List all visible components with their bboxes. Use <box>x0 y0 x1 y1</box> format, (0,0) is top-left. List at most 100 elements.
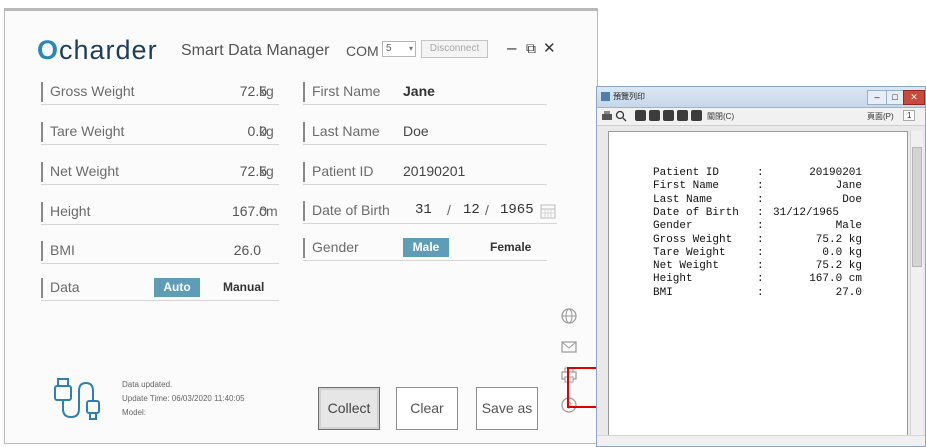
desktop: Ocharder Smart Data Manager COM 5 ▾ Disc… <box>0 0 926 447</box>
print-line-key: Patient ID <box>653 167 720 179</box>
print-line: Last Name: Doe <box>653 194 862 207</box>
print-line: First Name: Jane <box>653 180 862 193</box>
print-line-value: 75.2 kg <box>815 260 862 273</box>
net-weight-field: Net Weight 72.5 kg <box>41 160 279 185</box>
print-line-colon: : <box>757 286 764 299</box>
print-line-colon: : <box>757 246 764 259</box>
print-line: Net Weight: 75.2 kg <box>653 260 862 273</box>
vertical-scroll-thumb[interactable] <box>912 147 922 267</box>
model-label: Model: <box>122 408 147 417</box>
pv-maximize-button[interactable]: □ <box>886 90 904 105</box>
data-mode-label: Data <box>50 279 80 295</box>
minimize-button[interactable]: – <box>507 38 516 58</box>
pv-minimize-button[interactable]: – <box>867 90 887 105</box>
bmi-value: 26.0 <box>233 242 261 258</box>
print-line-value: Jane <box>835 180 862 193</box>
collect-button[interactable]: Collect <box>318 387 380 430</box>
zoom-icon[interactable] <box>615 110 627 122</box>
chevron-down-icon: ▾ <box>408 44 413 53</box>
print-line-key: BMI <box>653 286 673 299</box>
print-line-value: Male <box>835 220 862 233</box>
print-line: BMI: 27.0 <box>653 287 862 300</box>
restore-button[interactable]: ⧉ <box>526 40 536 57</box>
tare-weight-value: 0.0 <box>247 123 267 139</box>
update-time: Update Time: 06/03/2020 11:40:05 <box>122 394 245 403</box>
first-name-value: Jane <box>403 83 435 99</box>
print-line-key: Gross Weight <box>653 233 733 246</box>
print-line-value: 27.0 <box>835 286 862 299</box>
page-number-input[interactable]: 1 <box>903 110 916 121</box>
print-line-key: Tare Weight <box>653 246 726 259</box>
clear-button[interactable]: Clear <box>396 387 458 430</box>
first-name-field[interactable]: First Name Jane <box>303 80 547 105</box>
print-line-colon: : <box>757 180 764 193</box>
height-unit: cm <box>259 203 278 219</box>
save-as-button[interactable]: Save as <box>476 387 538 430</box>
six-page-icon[interactable] <box>691 110 702 121</box>
com-port-select[interactable]: 5 ▾ <box>382 41 416 57</box>
print-line-key: Gender <box>653 220 693 233</box>
gross-weight-unit: kg <box>259 83 274 99</box>
two-page-icon[interactable] <box>649 110 660 121</box>
net-weight-value: 72.5 <box>239 163 267 179</box>
data-mode-manual-button[interactable]: Manual <box>223 278 264 297</box>
last-name-value: Doe <box>403 123 429 139</box>
charder-logo: Ocharder <box>37 35 158 65</box>
dob-separator: / <box>447 202 451 218</box>
close-preview-button[interactable]: 關閉(C) <box>707 111 734 122</box>
date-of-birth-field[interactable]: Date of Birth 31 / 12 / 1965 <box>303 199 557 224</box>
dob-year[interactable]: 1965 <box>500 202 534 218</box>
date-of-birth-label: Date of Birth <box>312 202 390 218</box>
print-line-colon: : <box>757 220 764 233</box>
last-name-label: Last Name <box>312 123 380 139</box>
print-line: Patient ID: 20190201 <box>653 167 862 180</box>
disconnect-button[interactable]: Disconnect <box>421 40 488 58</box>
print-preview-toolbar: 關閉(C) 頁面(P) 1 <box>597 108 925 126</box>
dob-day[interactable]: 31 <box>415 202 432 218</box>
dob-separator: / <box>485 202 489 218</box>
com-port-value: 5 <box>386 43 392 54</box>
gender-female-button[interactable]: Female <box>490 238 531 257</box>
print-line-value: 167.0 cm <box>809 273 862 286</box>
three-page-icon[interactable] <box>663 110 674 121</box>
pv-close-button[interactable]: ✕ <box>903 90 925 105</box>
dob-month[interactable]: 12 <box>463 202 480 218</box>
last-name-field[interactable]: Last Name Doe <box>303 120 547 145</box>
bmi-label: BMI <box>50 242 75 258</box>
data-mode-auto-button[interactable]: Auto <box>154 278 200 297</box>
print-line-colon: : <box>757 273 764 286</box>
globe-icon[interactable] <box>560 307 578 325</box>
print-line-value: 20190201 <box>809 167 862 179</box>
print-preview-window: 預覽列印 – □ ✕ 關閉(C) 頁面(P) 1 Patient ID: 2019… <box>596 86 926 447</box>
tare-weight-label: Tare Weight <box>50 123 125 139</box>
print-line-key: First Name <box>653 180 720 193</box>
gender-field: Gender Male Female <box>303 236 547 261</box>
print-line-value: 0.0 kg <box>822 246 862 259</box>
printer-icon[interactable] <box>601 110 613 122</box>
close-button[interactable]: ✕ <box>543 39 556 57</box>
com-label: COM <box>346 43 379 59</box>
tare-weight-unit: kg <box>259 123 274 139</box>
mail-icon[interactable] <box>560 338 578 356</box>
print-line-key: Height <box>653 273 693 286</box>
tare-weight-field: Tare Weight 0.0 kg <box>41 120 279 145</box>
print-line-colon: : <box>757 206 764 219</box>
print-line-colon: : <box>757 233 764 246</box>
smart-data-manager-window: Ocharder Smart Data Manager COM 5 ▾ Disc… <box>4 8 601 444</box>
print-preview-page: Patient ID:20190201 First Name: Jane Last N… <box>608 131 908 437</box>
print-line-value: 75.2 kg <box>815 233 862 246</box>
height-value: 167.0 <box>231 203 267 219</box>
single-page-icon[interactable] <box>635 110 646 121</box>
horizontal-scrollbar[interactable] <box>597 435 925 446</box>
gender-label: Gender <box>312 239 359 255</box>
calendar-icon[interactable] <box>540 203 556 219</box>
print-line-colon: : <box>757 193 764 206</box>
print-line-colon: : <box>757 260 764 273</box>
patient-id-field[interactable]: Patient ID 20190201 <box>303 160 547 185</box>
gender-male-button[interactable]: Male <box>403 238 449 257</box>
net-weight-label: Net Weight <box>50 163 119 179</box>
print-line: Gross Weight: 75.2 kg <box>653 234 862 247</box>
height-field: Height 167.0 cm <box>41 200 279 225</box>
four-page-icon[interactable] <box>677 110 688 121</box>
print-line-value: 31/12/1965 <box>773 206 840 219</box>
